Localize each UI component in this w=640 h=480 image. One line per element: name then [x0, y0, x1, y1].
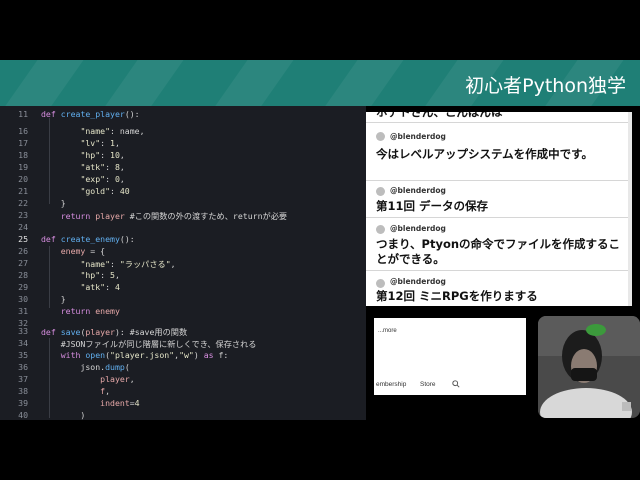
code-line-20: "exp": 0,	[80, 174, 125, 184]
code-editor[interactable]: 11 16 17 18 19 20 21 22 23 24 25 26 27 28 29 30 31 32 33 34…	[0, 106, 366, 420]
chat-message-text: 第12回 ミニRPGを作りまする	[376, 289, 538, 303]
more-link[interactable]: ...more	[378, 328, 397, 334]
line-number: 25	[18, 234, 28, 244]
channel-header-band: 初心者Python独学	[0, 60, 640, 106]
code-line-19: "atk": 8,	[80, 162, 125, 172]
line-number: 30	[18, 294, 28, 304]
line-number: 17	[18, 138, 28, 148]
line-number: 38	[18, 386, 28, 396]
line-number: 37	[18, 374, 28, 384]
line-number: 34	[18, 338, 28, 348]
code-line-25: def create_enemy():	[41, 234, 135, 244]
chat-username: @blenderdog	[390, 132, 446, 141]
line-number: 18	[18, 150, 28, 160]
chat-scrollbar[interactable]	[628, 112, 632, 306]
code-line-35: with open("player.json","w") as f:	[60, 350, 229, 360]
user-avatar	[376, 225, 385, 234]
user-avatar	[376, 279, 385, 288]
code-line-38: f,	[100, 386, 111, 396]
line-number: 29	[18, 282, 28, 292]
channel-title: 初心者Python独学	[465, 75, 626, 97]
code-line-28: "hp": 5,	[80, 270, 120, 280]
line-number: 39	[18, 398, 28, 408]
code-line-36: json.dump(	[41, 362, 130, 372]
chat-message-text: 今はレベルアップシステムを作成中です。	[376, 147, 594, 161]
chat-username: @blenderdog	[390, 186, 446, 195]
line-number: 24	[18, 222, 28, 232]
line-number: 31	[18, 306, 28, 316]
code-line-11: def create_player():	[41, 109, 140, 119]
live-chat-panel[interactable]: ホデトさん、こんばんは @blenderdog 今はレベルアップシステムを作成中…	[366, 112, 632, 306]
code-line-30: }	[41, 294, 66, 304]
browser-snippet: ...more embership Store	[374, 318, 526, 395]
code-line-22: }	[41, 198, 66, 208]
nav-item-membership[interactable]: embership	[376, 381, 406, 388]
code-line-23: return player #この関数の外の渡すため、returnが必要	[60, 211, 288, 221]
nav-item-store[interactable]: Store	[420, 381, 436, 388]
code-line-39: indent=4	[100, 398, 140, 408]
chat-message: ホデトさん、こんばんは	[366, 112, 632, 123]
line-number: 22	[18, 198, 28, 208]
line-number: 20	[18, 174, 28, 184]
user-avatar	[376, 187, 385, 196]
chat-username: @blenderdog	[390, 224, 446, 233]
search-icon[interactable]	[452, 380, 460, 388]
code-line-31: return enemy	[60, 306, 120, 316]
user-avatar	[376, 132, 385, 141]
streamer-image	[538, 316, 640, 418]
line-number: 26	[18, 246, 28, 256]
line-number: 35	[18, 350, 28, 360]
chat-message-text: つまり、Ptyonの命令でファイルを作成することができる。	[376, 237, 621, 266]
chat-message: @blenderdog 第11回 データの保存	[366, 181, 632, 218]
chat-message-text: ホデトさん、こんばんは	[376, 112, 503, 119]
chat-message: @blenderdog 第12回 ミニRPGを作りまする	[366, 271, 632, 306]
code-line-34: #JSONファイルが同じ階層に新しくでき、保存される	[60, 339, 257, 349]
chat-message: @blenderdog 今はレベルアップシステムを作成中です。	[366, 124, 632, 181]
line-number: 33	[18, 326, 28, 336]
line-number: 16	[18, 126, 28, 136]
line-number: 28	[18, 270, 28, 280]
line-number: 27	[18, 258, 28, 268]
code-line-21: "gold": 40	[80, 186, 130, 196]
webcam-feed	[538, 316, 640, 418]
code-line-29: "atk": 4	[80, 282, 120, 292]
line-number: 19	[18, 162, 28, 172]
line-number: 36	[18, 362, 28, 372]
code-line-27: "name": "ラッパさる",	[80, 259, 176, 269]
code-line-16: "name": name,	[80, 126, 145, 136]
code-line-37: player,	[100, 374, 135, 384]
chat-message: @blenderdog つまり、Ptyonの命令でファイルを作成することができる…	[366, 218, 632, 271]
code-line-33: def save(player): #save用の関数	[41, 327, 188, 337]
code-line-18: "hp": 10,	[80, 150, 125, 160]
line-number: 23	[18, 210, 28, 220]
code-line-17: "lv": 1,	[80, 138, 120, 148]
line-number: 40	[18, 410, 28, 420]
code-line-26: enemy = {	[60, 246, 106, 256]
chat-username: @blenderdog	[390, 277, 446, 286]
line-number: 21	[18, 186, 28, 196]
line-number: 11	[18, 109, 28, 119]
chat-message-text: 第11回 データの保存	[376, 199, 489, 213]
code-line-40: )	[41, 410, 86, 420]
